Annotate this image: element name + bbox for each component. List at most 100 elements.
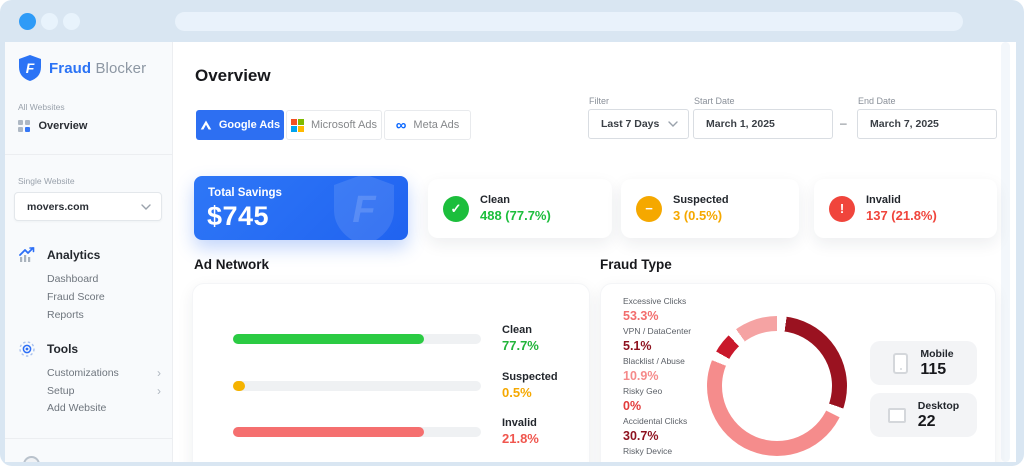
fraud-type-title: Fraud Type — [600, 257, 672, 272]
sidebar-item-reports[interactable]: Reports — [47, 309, 161, 321]
svg-text:F: F — [352, 189, 377, 231]
fraud-type-item: Excessive Clicks 53.3% — [623, 296, 733, 323]
tools-gear-icon — [18, 340, 36, 358]
tab-label: Google Ads — [219, 119, 280, 131]
tab-microsoft-ads[interactable]: Microsoft Ads — [286, 110, 382, 140]
end-date-label: End Date — [858, 96, 896, 106]
filter-value: Last 7 Days — [601, 118, 659, 130]
google-ads-icon — [200, 120, 212, 130]
analytics-section-label: Analytics — [47, 248, 100, 262]
tools-section-label: Tools — [47, 342, 78, 356]
scrollbar[interactable] — [1001, 42, 1010, 462]
total-savings-value: $745 — [207, 201, 269, 232]
bar-label: Invalid — [502, 417, 537, 429]
analytics-chart-icon — [18, 247, 36, 263]
device-value: 115 — [920, 361, 953, 379]
status-label: Invalid — [866, 194, 937, 206]
tab-meta-ads[interactable]: ∞ Meta Ads — [384, 110, 471, 140]
status-value: 137 (21.8%) — [866, 208, 937, 223]
fraud-type-donut-chart — [707, 316, 847, 456]
bar-label: Clean — [502, 324, 532, 336]
sidebar-item-label: Overview — [39, 120, 88, 132]
sidebar-item-fraud-score[interactable]: Fraud Score — [47, 291, 161, 303]
start-date-input[interactable]: March 1, 2025 — [693, 109, 833, 139]
sidebar-item-label: Setup — [47, 385, 74, 397]
tab-google-ads[interactable]: Google Ads — [196, 110, 284, 140]
chevron-right-icon: › — [157, 384, 161, 398]
exclamation-circle-icon: ! — [829, 196, 855, 222]
end-date-value: March 7, 2025 — [870, 118, 939, 130]
chevron-down-icon — [141, 204, 151, 210]
address-bar[interactable] — [175, 12, 963, 31]
browser-window: F Fraud Blocker All Websites Overview Si… — [0, 0, 1024, 466]
sidebar-item-overview[interactable]: Overview — [18, 120, 87, 132]
bar-value: 21.8% — [502, 431, 539, 446]
brand-logo: F Fraud Blocker — [17, 54, 146, 82]
sidebar-section-analytics[interactable]: Analytics — [18, 247, 100, 263]
status-label: Suspected — [673, 194, 729, 206]
microsoft-icon — [291, 119, 304, 132]
overview-grid-icon — [18, 120, 30, 132]
start-date-value: March 1, 2025 — [706, 118, 775, 130]
device-label: Desktop — [918, 400, 959, 412]
chevron-right-icon: › — [157, 366, 161, 380]
sidebar-item-customizations[interactable]: Customizations › — [47, 366, 161, 380]
sidebar-item-label: Customizations — [47, 367, 119, 379]
window-close-button[interactable] — [19, 13, 36, 30]
mobile-phone-icon — [893, 353, 908, 374]
desktop-stat-card: Desktop 22 — [870, 393, 977, 437]
desktop-monitor-icon — [888, 408, 906, 423]
window-maximize-button[interactable] — [63, 13, 80, 30]
brand-name-primary: Fraud — [49, 60, 91, 77]
bar-value: 77.7% — [502, 338, 539, 353]
tab-label: Microsoft Ads — [311, 119, 377, 131]
chevron-down-icon — [668, 121, 678, 127]
status-value: 488 (77.7%) — [480, 208, 551, 223]
page-title: Overview — [195, 66, 271, 86]
fraud-type-value: 30.7% — [623, 429, 733, 443]
svg-text:F: F — [26, 60, 35, 76]
sidebar-divider — [5, 154, 172, 155]
window-minimize-button[interactable] — [41, 13, 58, 30]
status-value: 3 (0.5%) — [673, 208, 729, 223]
filter-label: Filter — [589, 96, 609, 106]
sidebar-item-label: Fraud Score — [47, 291, 105, 303]
mobile-stat-card: Mobile 115 — [870, 341, 977, 385]
ad-network-panel: Clean 77.7% Suspected 0.5% Invalid 21.8% — [192, 283, 590, 462]
start-date-label: Start Date — [694, 96, 735, 106]
sidebar-item-label: Reports — [47, 309, 84, 321]
status-card: ✓ Clean 488 (77.7%) — [428, 179, 612, 238]
filter-select[interactable]: Last 7 Days — [588, 109, 689, 139]
status-card: ! Invalid 137 (21.8%) — [814, 179, 997, 238]
check-circle-icon: ✓ — [443, 196, 469, 222]
sidebar-section-tools[interactable]: Tools — [18, 340, 78, 358]
sidebar-item-add-website[interactable]: Add Website — [47, 402, 161, 414]
total-savings-label: Total Savings — [208, 187, 282, 199]
sidebar-divider — [5, 438, 172, 439]
bar-fill — [233, 381, 245, 391]
brand-name-secondary: Blocker — [95, 60, 146, 77]
tab-label: Meta Ads — [413, 119, 459, 131]
fraud-type-panel: Excessive Clicks 53.3% VPN / DataCenter … — [600, 283, 996, 462]
device-label: Mobile — [920, 348, 953, 360]
device-value: 22 — [918, 413, 959, 431]
sidebar-item-dashboard[interactable]: Dashboard — [47, 273, 161, 285]
shield-watermark-icon: F — [326, 176, 402, 240]
user-avatar[interactable] — [23, 456, 40, 462]
browser-chrome — [0, 0, 1024, 42]
website-selector-value: movers.com — [27, 201, 89, 213]
end-date-input[interactable]: March 7, 2025 — [857, 109, 997, 139]
fraud-blocker-shield-icon: F — [17, 54, 43, 82]
sidebar: F Fraud Blocker All Websites Overview Si… — [5, 42, 173, 462]
meta-icon: ∞ — [396, 118, 407, 133]
fraud-type-item: Risky Device — [623, 446, 733, 459]
total-savings-card: F Total Savings $745 — [194, 176, 408, 240]
bar-track — [233, 334, 481, 344]
bar-track — [233, 427, 481, 437]
sidebar-item-label: Add Website — [47, 402, 106, 414]
app-window: F Fraud Blocker All Websites Overview Si… — [5, 42, 1016, 462]
status-card: − Suspected 3 (0.5%) — [621, 179, 799, 238]
bar-fill — [233, 427, 424, 437]
website-selector[interactable]: movers.com — [14, 192, 162, 221]
sidebar-item-setup[interactable]: Setup › — [47, 384, 161, 398]
